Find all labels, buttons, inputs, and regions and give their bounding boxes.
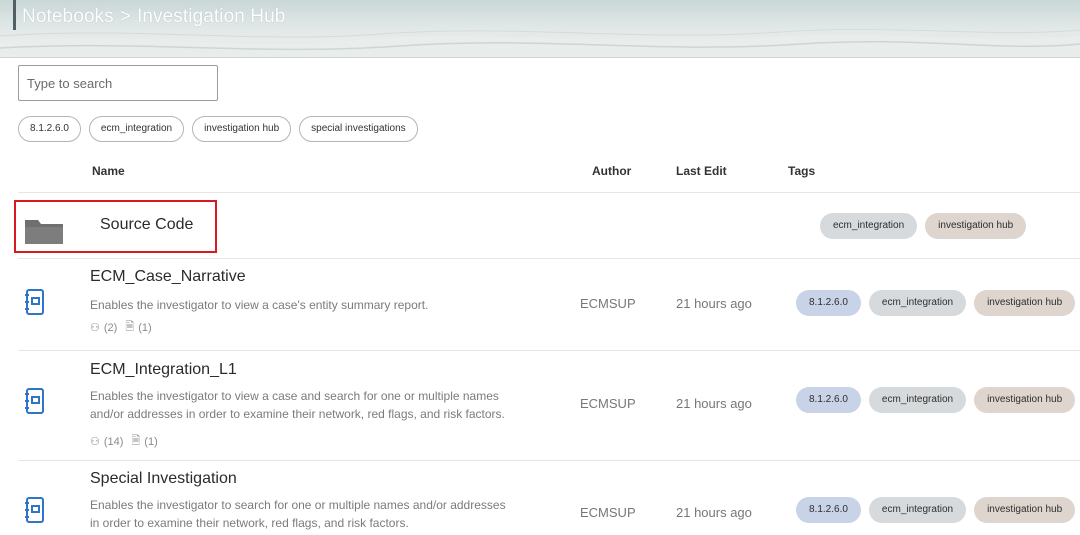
filter-tag-special-investigations[interactable]: special investigations: [299, 116, 418, 142]
document-icon: 🗎: [131, 435, 141, 447]
notebook-tags: 8.1.2.6.0 ecm_integration investigation …: [796, 387, 1076, 413]
description-line: Enables the investigator to view a case'…: [90, 298, 429, 312]
tag-investigation-hub[interactable]: investigation hub: [974, 290, 1076, 316]
tag-ecm-integration[interactable]: ecm_integration: [868, 497, 967, 523]
column-header-tags[interactable]: Tags: [788, 164, 815, 178]
header-divider: [18, 192, 1080, 193]
users-count: (2): [103, 321, 118, 334]
column-header-author[interactable]: Author: [592, 164, 631, 178]
documents-count: (1): [138, 321, 152, 334]
notebook-author: ECMSUP: [580, 296, 636, 311]
notebook-author: ECMSUP: [580, 505, 636, 520]
users-icon: ⚇: [90, 436, 100, 448]
notebook-title[interactable]: Special Investigation: [90, 470, 237, 488]
tag-ecm-integration[interactable]: ecm_integration: [868, 387, 967, 413]
documents-count: (1): [144, 435, 158, 448]
tag-version[interactable]: 8.1.2.6.0: [796, 387, 861, 413]
tag-ecm-integration[interactable]: ecm_integration: [868, 290, 967, 316]
notebook-author: ECMSUP: [580, 396, 636, 411]
column-header-name[interactable]: Name: [92, 164, 125, 178]
filter-tag-investigation-hub[interactable]: investigation hub: [192, 116, 292, 142]
notebook-meta: ⚇ (14) 🗎 (1): [90, 432, 158, 451]
description-line: in order to examine their network, red f…: [90, 516, 409, 530]
notebook-meta: ⚇ (2) 🗎 (1): [90, 318, 152, 337]
document-icon: 🗎: [125, 321, 135, 333]
notebook-icon: [25, 388, 44, 414]
tag-investigation-hub[interactable]: investigation hub: [925, 213, 1027, 239]
users-count: (14): [103, 435, 124, 448]
description-line: and/or addresses in order to examine the…: [90, 407, 505, 421]
users-icon: ⚇: [90, 322, 100, 334]
folder-tags: ecm_integration investigation hub: [820, 213, 1027, 239]
page-header: Notebooks > Investigation Hub: [0, 0, 1080, 58]
notebook-description: Enables the investigator to search for o…: [90, 496, 570, 532]
notebook-last-edit: 21 hours ago: [676, 296, 752, 311]
header-edge-bar: [13, 0, 16, 30]
search-input[interactable]: [18, 65, 218, 101]
breadcrumb: Notebooks > Investigation Hub: [22, 6, 285, 28]
breadcrumb-current: Investigation Hub: [136, 6, 286, 27]
notebook-icon: [25, 289, 44, 315]
notebook-last-edit: 21 hours ago: [676, 505, 752, 520]
notebook-title[interactable]: ECM_Integration_L1: [90, 361, 237, 379]
breadcrumb-notebooks[interactable]: Notebooks: [22, 6, 114, 28]
notebook-tags: 8.1.2.6.0 ecm_integration investigation …: [796, 497, 1076, 523]
notebook-last-edit: 21 hours ago: [676, 396, 752, 411]
tag-version[interactable]: 8.1.2.6.0: [796, 290, 861, 316]
row-divider: [18, 350, 1080, 351]
tag-investigation-hub[interactable]: investigation hub: [974, 497, 1076, 523]
description-line: Enables the investigator to view a case …: [90, 389, 499, 403]
filter-tag-ecm-integration[interactable]: ecm_integration: [88, 116, 185, 142]
tag-ecm-integration[interactable]: ecm_integration: [820, 213, 918, 239]
description-line: Enables the investigator to search for o…: [90, 498, 506, 512]
notebook-title[interactable]: ECM_Case_Narrative: [90, 268, 246, 286]
tag-version[interactable]: 8.1.2.6.0: [796, 497, 861, 523]
notebook-description: Enables the investigator to view a case …: [90, 387, 570, 423]
notebook-description: Enables the investigator to view a case'…: [90, 296, 570, 314]
column-header-last-edit[interactable]: Last Edit: [676, 164, 727, 178]
highlight-box: [14, 200, 217, 253]
row-divider: [18, 258, 1080, 259]
tag-filter-bar: 8.1.2.6.0 ecm_integration investigation …: [18, 116, 418, 142]
filter-tag-version[interactable]: 8.1.2.6.0: [18, 116, 81, 142]
notebook-tags: 8.1.2.6.0 ecm_integration investigation …: [796, 290, 1076, 316]
row-divider: [18, 460, 1080, 461]
tag-investigation-hub[interactable]: investigation hub: [974, 387, 1076, 413]
breadcrumb-separator: >: [119, 6, 131, 27]
notebook-icon: [25, 497, 44, 523]
